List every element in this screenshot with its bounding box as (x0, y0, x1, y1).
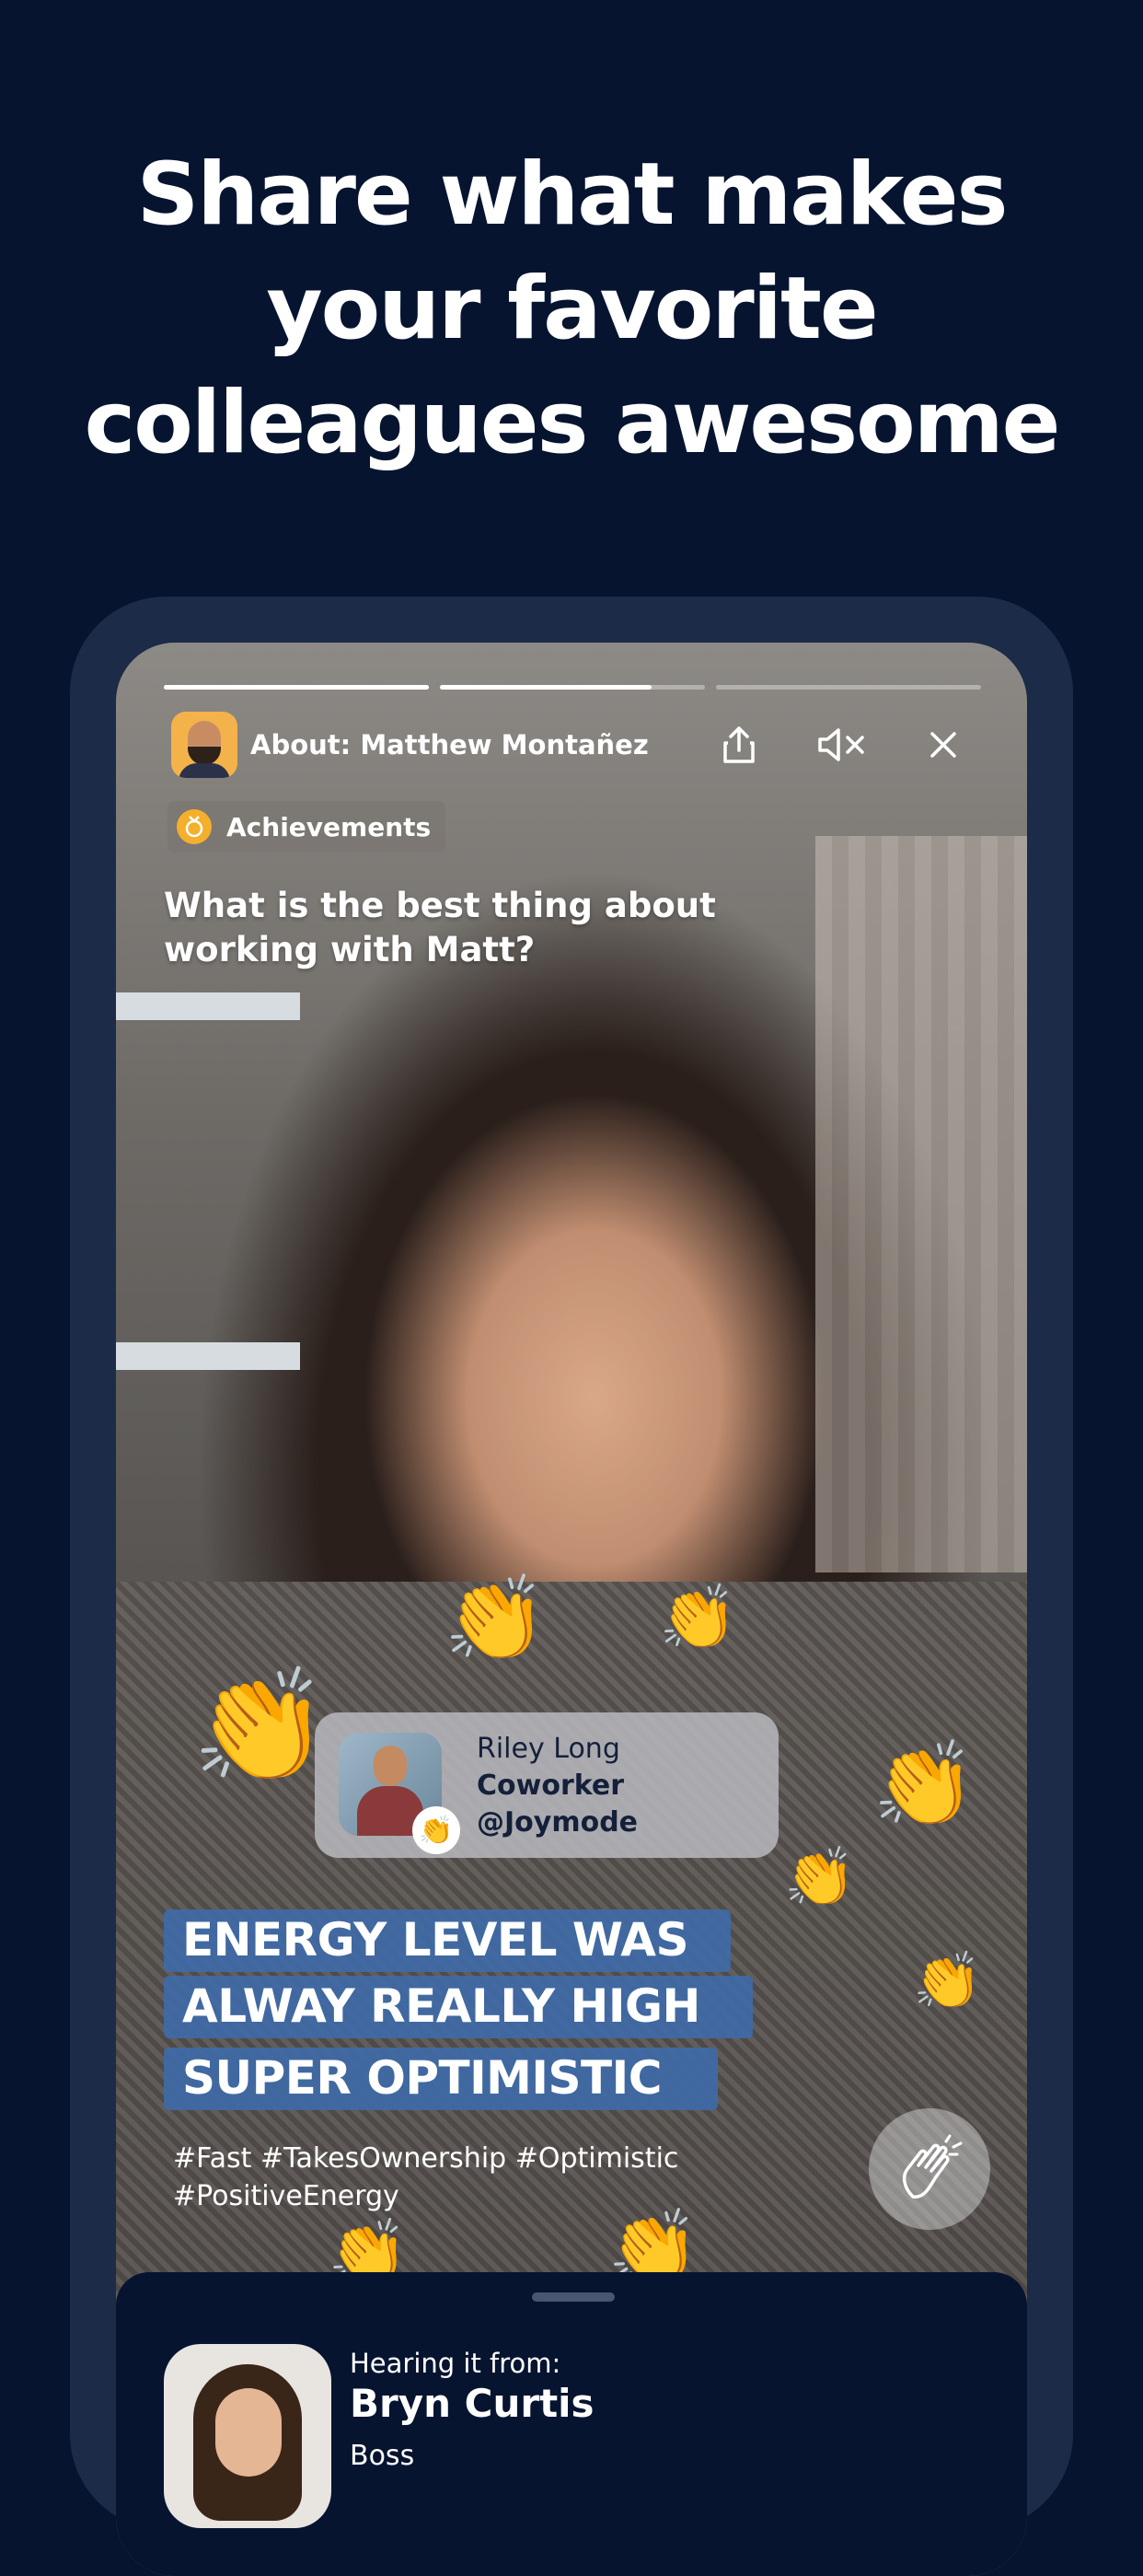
medal-icon (177, 809, 212, 844)
background-shelf (116, 1342, 300, 1370)
story-progress-2 (440, 685, 705, 690)
caption-line-2: ALWAY REALLY HIGH (182, 1979, 700, 2033)
headline-line-2: your favorite (266, 259, 878, 359)
clap-button[interactable] (869, 2108, 990, 2230)
category-chip[interactable]: Achievements (167, 801, 446, 853)
close-button[interactable] (909, 711, 977, 779)
mute-button[interactable] (808, 711, 876, 779)
author-info: Riley Long Coworker @Joymode (477, 1731, 638, 1841)
subject-avatar[interactable] (171, 712, 237, 778)
clap-emoji: 👏 (872, 1736, 976, 1833)
headline: Share what makes your favorite colleague… (0, 138, 1143, 481)
background-shelf (116, 992, 300, 1020)
background-curtain (815, 836, 1027, 1572)
hearing-from-label: Hearing it from: (350, 2348, 561, 2379)
clap-emoji: 👏 (913, 1949, 982, 2013)
hashtags: #Fast #TakesOwnership #Optimistic #Posit… (173, 2142, 679, 2212)
bottom-sheet[interactable]: Hearing it from: Bryn Curtis Boss (116, 2272, 1027, 2576)
story-progress-3 (716, 685, 981, 690)
author-company: @Joymode (477, 1806, 639, 1839)
category-label: Achievements (226, 811, 432, 842)
clap-emoji: 👏 (659, 1582, 737, 1654)
clap-icon (902, 2134, 963, 2199)
clap-emoji: 👏 (444, 1571, 548, 1667)
headline-line-1: Share what makes (136, 145, 1009, 245)
author-card[interactable]: 👏 Riley Long Coworker @Joymode (315, 1712, 779, 1858)
progress-fill (164, 685, 429, 690)
caption-line-1: ENERGY LEVEL WAS (182, 1913, 688, 1967)
author-name: Riley Long (477, 1733, 620, 1765)
author-role: Coworker (477, 1770, 625, 1802)
story-question: What is the best thing about working wit… (164, 886, 716, 969)
progress-fill (440, 685, 652, 690)
requester-avatar (164, 2344, 331, 2528)
requester-name: Bryn Curtis (350, 2381, 595, 2426)
headline-line-3: colleagues awesome (84, 373, 1061, 473)
share-icon (723, 726, 755, 763)
clap-badge-icon: 👏 (412, 1806, 460, 1854)
phone-screen: About: Matthew Montañez Achievements Wha… (116, 643, 1027, 2576)
mute-icon (818, 728, 864, 761)
story-progress-1 (164, 685, 429, 690)
sheet-grabber[interactable] (532, 2292, 615, 2302)
caption-line-3: SUPER OPTIMISTIC (182, 2051, 662, 2105)
about-label: About: Matthew Montañez (250, 729, 649, 760)
requester-role: Boss (350, 2440, 415, 2472)
share-button[interactable] (705, 711, 773, 779)
clap-emoji: 👏 (784, 1843, 856, 1910)
clap-emoji: 👏 (191, 1663, 329, 1791)
close-icon (930, 732, 956, 758)
